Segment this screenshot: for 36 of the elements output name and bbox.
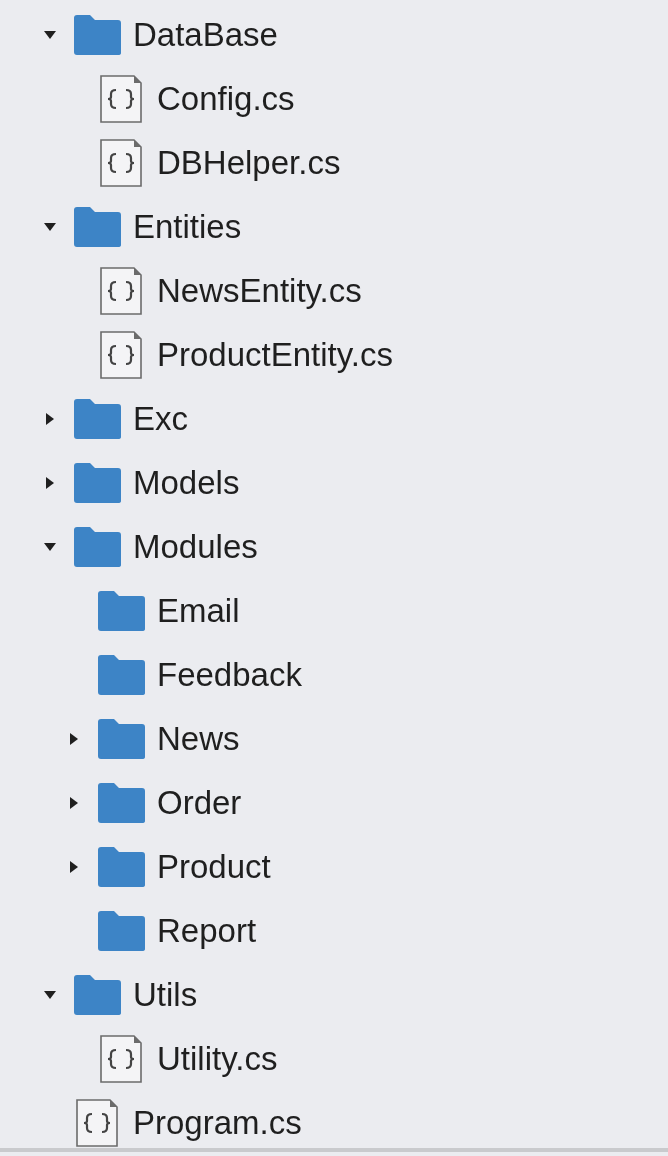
folder-icon [96,654,146,696]
code-file-icon [100,331,142,379]
folder-icon [72,462,122,504]
folder-icon [96,718,146,760]
file-name[interactable]: NewsEntity.cs [157,272,362,310]
code-file-icon [100,267,142,315]
folder-icon [72,206,122,248]
folder-name[interactable]: Email [157,592,240,630]
folder-icon [96,782,146,824]
file-name[interactable]: Config.cs [157,80,295,118]
folder-icon [72,398,122,440]
folder-name[interactable]: News [157,720,240,758]
folder-name[interactable]: Exc [133,400,188,438]
folder-name[interactable]: Report [157,912,257,950]
folder-icon [72,526,122,568]
folder-name[interactable]: Feedback [157,656,302,694]
folder-name[interactable]: Models [133,464,240,502]
file-name[interactable]: DBHelper.cs [157,144,341,182]
folder-icon [96,846,146,888]
folder-name[interactable]: Order [157,784,242,822]
file-name[interactable]: Utility.cs [157,1040,278,1078]
file-name[interactable]: Program.cs [133,1104,302,1142]
folder-name[interactable]: DataBase [133,16,278,54]
folder-icon [72,974,122,1016]
folder-name[interactable]: Utils [133,976,198,1014]
code-file-icon [100,139,142,187]
folder-name[interactable]: Product [157,848,271,886]
file-name[interactable]: ProductEntity.cs [157,336,393,374]
code-file-icon [100,1035,142,1083]
folder-name[interactable]: Entities [133,208,242,246]
folder-name[interactable]: Modules [133,528,258,566]
code-file-icon [76,1099,118,1147]
folder-icon [72,14,122,56]
folder-icon [96,590,146,632]
code-file-icon [100,75,142,123]
folder-icon [96,910,146,952]
